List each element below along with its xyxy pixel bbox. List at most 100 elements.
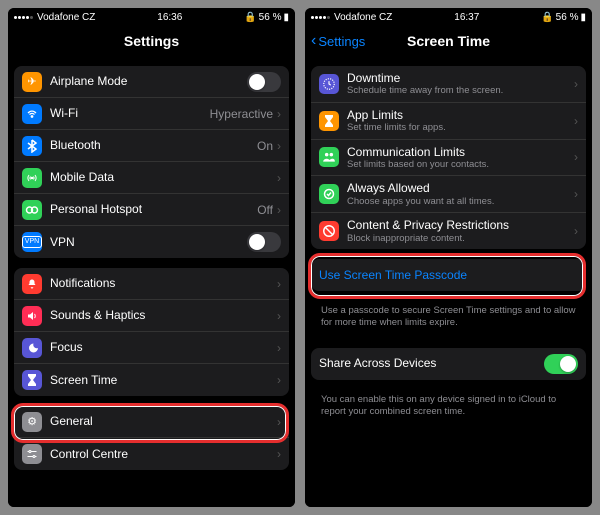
status-bar: Vodafone CZ 16:37 🔒 56 % ▮ (305, 8, 592, 26)
settings-group-network: ✈ Airplane Mode Wi-Fi Hyperactive › Blue… (14, 66, 289, 258)
settings-content[interactable]: ✈ Airplane Mode Wi-Fi Hyperactive › Blue… (8, 56, 295, 507)
phone-screen-time: Vodafone CZ 16:37 🔒 56 % ▮ ‹ Settings Sc… (305, 8, 592, 507)
page-title: Settings (124, 33, 179, 49)
chevron-right-icon: › (574, 114, 578, 128)
row-general[interactable]: ⚙ General › (14, 406, 289, 438)
chevron-right-icon: › (277, 341, 281, 355)
chevron-right-icon: › (277, 171, 281, 185)
passcode-group: Use Screen Time Passcode (311, 259, 586, 291)
phone-settings: Vodafone CZ 16:36 🔒 56 % ▮ Settings ✈ Ai… (8, 8, 295, 507)
settings-group-alerts: Notifications › Sounds & Haptics › Focus… (14, 268, 289, 396)
hourglass-icon (319, 111, 339, 131)
chevron-right-icon: › (574, 77, 578, 91)
battery-icon: ▮ (283, 12, 289, 23)
chevron-right-icon: › (277, 203, 281, 217)
row-mobile-data[interactable]: Mobile Data › (14, 162, 289, 194)
label: Always Allowed (347, 181, 574, 195)
bluetooth-value: On (257, 139, 273, 153)
chevron-right-icon: › (277, 309, 281, 323)
signal-icon (14, 16, 33, 19)
row-share-across-devices[interactable]: Share Across Devices (311, 348, 586, 380)
row-bluetooth[interactable]: Bluetooth On › (14, 130, 289, 162)
status-time: 16:36 (157, 12, 182, 23)
chevron-right-icon: › (277, 107, 281, 121)
lock-icon: 🔒 (541, 12, 553, 23)
back-label: Settings (318, 34, 365, 49)
label: Content & Privacy Restrictions (347, 218, 574, 232)
row-control-centre[interactable]: Control Centre › (14, 438, 289, 470)
row-screen-time[interactable]: Screen Time › (14, 364, 289, 396)
label: Control Centre (50, 447, 277, 461)
row-vpn[interactable]: VPN VPN (14, 226, 289, 258)
row-focus[interactable]: Focus › (14, 332, 289, 364)
antenna-icon (22, 168, 42, 188)
airplane-icon: ✈ (22, 72, 42, 92)
row-sounds-haptics[interactable]: Sounds & Haptics › (14, 300, 289, 332)
wifi-value: Hyperactive (210, 107, 273, 121)
back-button[interactable]: ‹ Settings (311, 32, 365, 50)
hotspot-value: Off (257, 203, 273, 217)
label: Screen Time (50, 373, 277, 387)
row-personal-hotspot[interactable]: Personal Hotspot Off › (14, 194, 289, 226)
chevron-right-icon: › (574, 150, 578, 164)
settings-group-general: ⚙ General › Control Centre › (14, 406, 289, 470)
battery-label: 56 % (259, 12, 282, 23)
row-wifi[interactable]: Wi-Fi Hyperactive › (14, 98, 289, 130)
screen-time-content[interactable]: Downtime Schedule time away from the scr… (305, 56, 592, 507)
row-app-limits[interactable]: App Limits Set time limits for apps. › (311, 103, 586, 140)
carrier-label: Vodafone CZ (37, 12, 95, 23)
nav-bar: ‹ Settings Screen Time (305, 26, 592, 56)
label: Share Across Devices (319, 356, 544, 370)
label: General (50, 414, 277, 428)
vpn-icon: VPN (22, 232, 42, 252)
row-always-allowed[interactable]: Always Allowed Choose apps you want at a… (311, 176, 586, 213)
focus-icon (22, 338, 42, 358)
sounds-icon (22, 306, 42, 326)
label: Focus (50, 340, 277, 354)
subtitle: Set limits based on your contacts. (347, 159, 574, 170)
share-toggle[interactable] (544, 354, 578, 374)
vpn-toggle[interactable] (247, 232, 281, 252)
people-icon (319, 147, 339, 167)
label: App Limits (347, 108, 574, 122)
label: Mobile Data (50, 170, 277, 184)
airplane-toggle[interactable] (247, 72, 281, 92)
label: Communication Limits (347, 145, 574, 159)
chevron-right-icon: › (277, 447, 281, 461)
label: Wi-Fi (50, 106, 210, 120)
row-notifications[interactable]: Notifications › (14, 268, 289, 300)
chevron-left-icon: ‹ (311, 32, 316, 50)
label: Airplane Mode (50, 74, 247, 88)
chevron-right-icon: › (277, 277, 281, 291)
label: Notifications (50, 276, 277, 290)
chevron-right-icon: › (277, 139, 281, 153)
row-airplane-mode[interactable]: ✈ Airplane Mode (14, 66, 289, 98)
chevron-right-icon: › (277, 373, 281, 387)
label: VPN (50, 235, 247, 249)
hourglass-icon (22, 370, 42, 390)
share-footer: You can enable this on any device signed… (311, 390, 586, 427)
chevron-right-icon: › (574, 187, 578, 201)
battery-icon: ▮ (580, 12, 586, 23)
sliders-icon (22, 444, 42, 464)
passcode-footer: Use a passcode to secure Screen Time set… (311, 301, 586, 338)
row-use-passcode[interactable]: Use Screen Time Passcode (311, 259, 586, 291)
screen-time-options: Downtime Schedule time away from the scr… (311, 66, 586, 249)
label: Bluetooth (50, 138, 257, 152)
battery-label: 56 % (556, 12, 579, 23)
page-title: Screen Time (407, 33, 490, 49)
row-downtime[interactable]: Downtime Schedule time away from the scr… (311, 66, 586, 103)
share-group: Share Across Devices (311, 348, 586, 380)
label: Personal Hotspot (50, 202, 257, 216)
gear-icon: ⚙ (22, 412, 42, 432)
hotspot-icon (22, 200, 42, 220)
row-content-privacy-restrictions[interactable]: Content & Privacy Restrictions Block ina… (311, 213, 586, 249)
label: Sounds & Haptics (50, 308, 277, 322)
subtitle: Block inappropriate content. (347, 233, 574, 244)
no-entry-icon (319, 221, 339, 241)
row-communication-limits[interactable]: Communication Limits Set limits based on… (311, 140, 586, 177)
subtitle: Schedule time away from the screen. (347, 85, 574, 96)
nav-bar: Settings (8, 26, 295, 56)
passcode-link: Use Screen Time Passcode (319, 268, 467, 282)
carrier-label: Vodafone CZ (334, 12, 392, 23)
